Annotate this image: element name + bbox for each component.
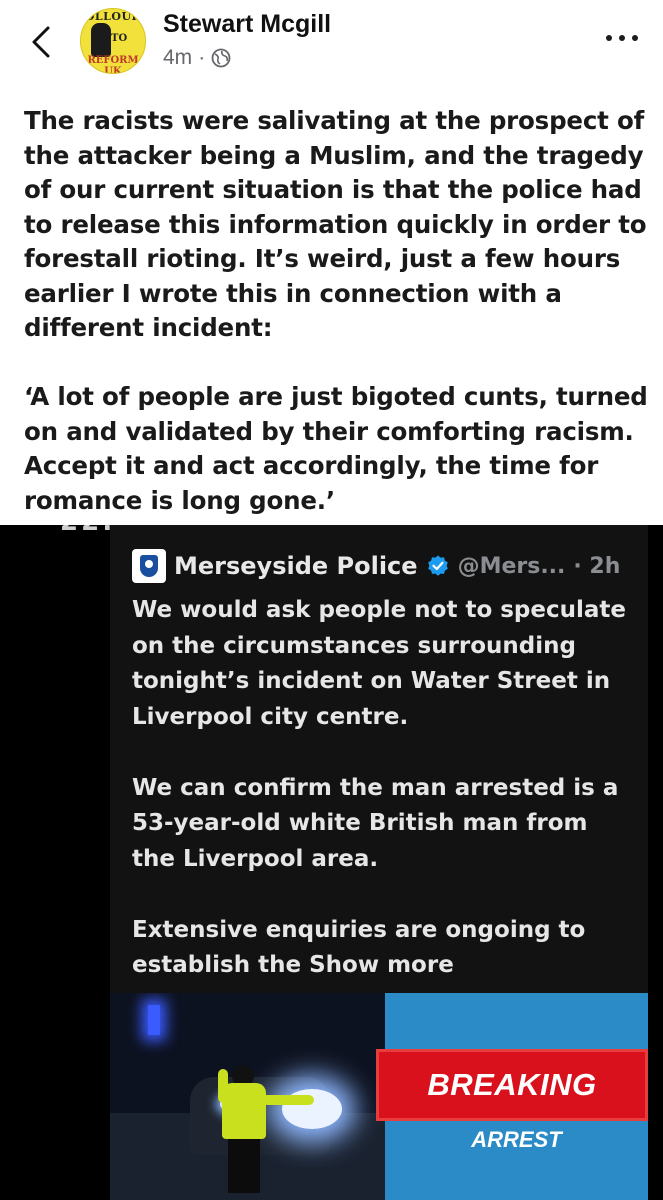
verified-badge-icon: [427, 555, 448, 576]
embedded-screenshot[interactable]: 22:33 Merseyside Police @Mers... · 2h We…: [0, 525, 663, 1200]
tweet-account-name: Merseyside Police: [174, 552, 418, 580]
post-time[interactable]: 4m: [163, 46, 192, 70]
meta-separator: ·: [198, 46, 206, 69]
avatar-text-middle: TO: [111, 33, 128, 44]
avatar-figure: [91, 23, 111, 57]
author-name[interactable]: Stewart Mcgill: [163, 10, 331, 39]
avatar[interactable]: OLLOUR TO REFORM UK: [80, 8, 146, 74]
more-options-button[interactable]: [604, 28, 640, 48]
post-text: The racists were salivating at the prosp…: [24, 104, 649, 518]
tweet-body: We would ask people not to speculate on …: [132, 593, 632, 984]
post-header: OLLOUR TO REFORM UK Stewart Mcgill 4m ·: [0, 0, 663, 90]
show-more-link[interactable]: Show more: [309, 952, 454, 978]
police-logo-icon: [132, 549, 166, 583]
tweet-media[interactable]: BREAKING ARREST: [110, 993, 648, 1200]
arrest-label: ARREST: [471, 1127, 562, 1152]
police-officer: [218, 1065, 314, 1193]
post-paragraph: The racists were salivating at the prosp…: [24, 106, 647, 342]
media-photo: [110, 993, 385, 1200]
post-paragraph: ‘A lot of people are just bigoted cunts,…: [24, 382, 648, 515]
tweet-paragraph: We can confirm the man arrested is a 53-…: [132, 774, 619, 872]
more-horizontal-icon: [619, 35, 625, 41]
breaking-label: BREAKING: [427, 1067, 597, 1102]
breaking-banner: BREAKING: [376, 1049, 648, 1121]
tweet-header: Merseyside Police @Mers... · 2h: [132, 549, 620, 583]
more-horizontal-icon: [606, 35, 612, 41]
tweet-handle: @Mers...: [457, 553, 566, 579]
tweet-time: · 2h: [573, 553, 621, 579]
post-meta: 4m ·: [163, 46, 231, 70]
more-horizontal-icon: [632, 35, 638, 41]
tweet-paragraph-last: Extensive enquiries are ongoing to estab…: [132, 913, 632, 984]
avatar-text-bottom: REFORM UK: [87, 55, 139, 74]
tweet-paragraph: We would ask people not to speculate on …: [132, 597, 627, 730]
globe-icon: [211, 48, 231, 68]
avatar-text-top: OLLOUR: [84, 10, 142, 23]
chevron-left-icon[interactable]: [28, 22, 54, 62]
